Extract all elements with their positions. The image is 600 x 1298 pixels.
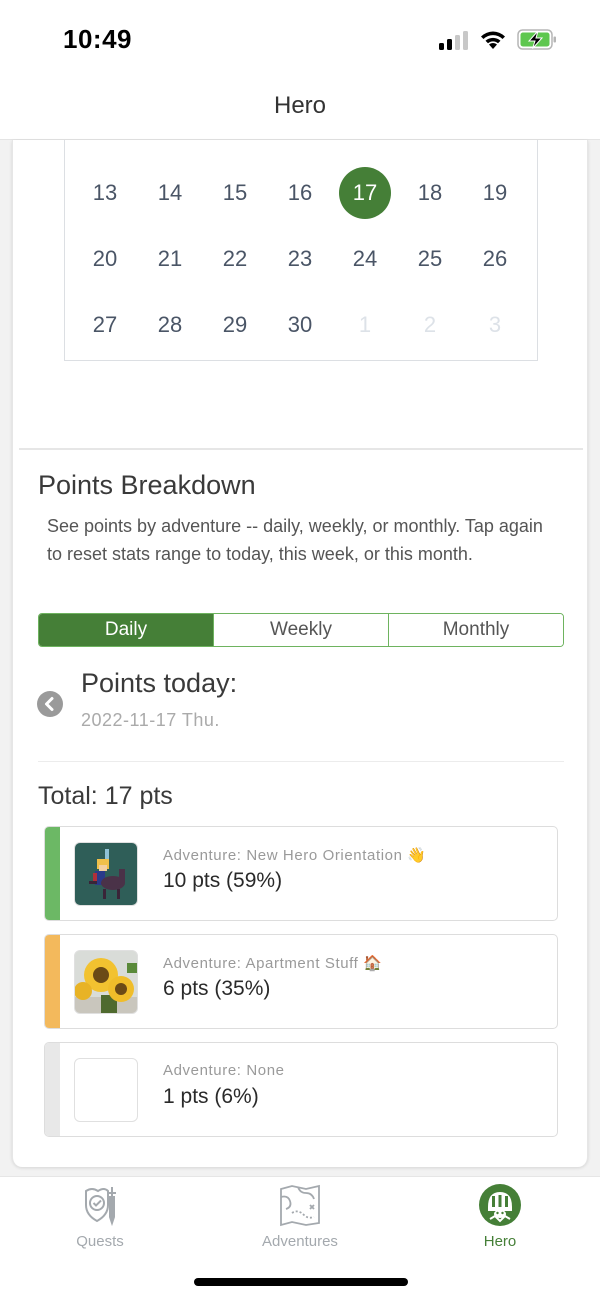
home-indicator	[194, 1278, 408, 1286]
calendar-day[interactable]: 16	[274, 167, 326, 219]
calendar-day[interactable]: 1	[339, 299, 391, 351]
previous-period-button[interactable]	[37, 691, 63, 717]
range-segmented-control: Daily Weekly Monthly	[38, 613, 564, 647]
calendar-day[interactable]: 29	[209, 299, 261, 351]
section-divider	[19, 448, 583, 450]
nav-header: Hero	[0, 80, 600, 140]
points-breakdown-title: Points Breakdown	[38, 470, 256, 500]
tab-label: Quests	[76, 1233, 124, 1250]
knight-helmet-icon	[479, 1184, 521, 1226]
page-title: Hero	[273, 92, 327, 119]
adventure-name: Adventure: Apartment Stuff 🏠	[163, 955, 383, 972]
calendar-day[interactable]: 26	[469, 233, 521, 285]
empty-image-placeholder	[74, 1058, 138, 1122]
tab-adventures[interactable]: Adventures	[230, 1183, 370, 1253]
calendar-week-row: 27 28 29 30 1 2 3	[65, 299, 539, 349]
adventure-name: Adventure: New Hero Orientation 👋	[163, 847, 427, 864]
calendar-day[interactable]: 2	[404, 299, 456, 351]
points-total: Total: 17 pts	[38, 782, 173, 810]
status-bar: 10:49	[0, 0, 600, 80]
cellular-signal-icon	[439, 31, 469, 50]
calendar-day[interactable]: 28	[144, 299, 196, 351]
calendar-day[interactable]: 19	[469, 167, 521, 219]
calendar-day[interactable]: 23	[274, 233, 326, 285]
adventure-row[interactable]: Adventure: New Hero Orientation 👋 10 pts…	[44, 826, 558, 921]
tab-quests[interactable]: Quests	[30, 1183, 170, 1253]
calendar-day[interactable]: 22	[209, 233, 261, 285]
calendar-day[interactable]: 3	[469, 299, 521, 351]
adventure-points: 10 pts (59%)	[163, 869, 283, 892]
segment-daily[interactable]: Daily	[39, 614, 214, 646]
calendar-day[interactable]: 18	[404, 167, 456, 219]
calendar-day[interactable]: 14	[144, 167, 196, 219]
calendar-day[interactable]: 30	[274, 299, 326, 351]
screen: 10:49 Hero 13 14 15 16 17 18 19 20 21 22 23 24 25 26 2…	[0, 0, 600, 1298]
adventure-color-bar	[45, 935, 60, 1028]
calendar-day[interactable]: 24	[339, 233, 391, 285]
points-breakdown-description: See points by adventure -- daily, weekly…	[47, 516, 543, 564]
tab-label: Adventures	[262, 1233, 338, 1250]
adventure-row[interactable]: Adventure: None 1 pts (6%)	[44, 1042, 558, 1137]
segment-weekly[interactable]: Weekly	[214, 614, 389, 646]
calendar-day[interactable]: 13	[79, 167, 131, 219]
segment-monthly[interactable]: Monthly	[389, 614, 563, 646]
calendar-day-selected[interactable]: 17	[339, 167, 391, 219]
hero-knight-image	[74, 842, 138, 906]
calendar-week-row: 13 14 15 16 17 18 19	[65, 167, 539, 219]
calendar-day[interactable]: 15	[209, 167, 261, 219]
battery-charging-icon	[517, 29, 556, 50]
adventure-points: 1 pts (6%)	[163, 1085, 259, 1108]
calendar: 13 14 15 16 17 18 19 20 21 22 23 24 25 26 27 28 29 30 1 2 3	[64, 140, 538, 361]
status-time: 10:49	[63, 24, 132, 54]
calendar-day[interactable]: 21	[144, 233, 196, 285]
calendar-day[interactable]: 20	[79, 233, 131, 285]
chevron-left-circle-icon	[45, 697, 54, 711]
tab-label: Hero	[483, 1233, 517, 1250]
calendar-day[interactable]: 27	[79, 299, 131, 351]
hero-stats-card: 13 14 15 16 17 18 19 20 21 22 23 24 25 26 27 28 29 30 1 2 3 …	[12, 140, 588, 1167]
adventure-points: 6 pts (35%)	[163, 977, 271, 1000]
calendar-week-row: 20 21 22 23 24 25 26	[65, 233, 539, 283]
treasure-map-icon	[280, 1184, 320, 1227]
tab-hero[interactable]: Hero	[430, 1183, 570, 1253]
points-period-date: 2022-11-17 Thu.	[81, 710, 220, 730]
adventure-row[interactable]: Adventure: Apartment Stuff 🏠 6 pts (35%)	[44, 934, 558, 1029]
adventure-name: Adventure: None	[163, 1062, 285, 1079]
points-period-title: Points today:	[81, 668, 238, 698]
shield-sword-icon	[85, 1187, 116, 1227]
calendar-day[interactable]: 25	[404, 233, 456, 285]
adventure-color-bar	[45, 827, 60, 920]
adventure-color-bar	[45, 1043, 60, 1136]
divider	[38, 761, 564, 762]
sunflowers-image	[74, 950, 138, 1014]
wifi-icon	[481, 31, 505, 49]
